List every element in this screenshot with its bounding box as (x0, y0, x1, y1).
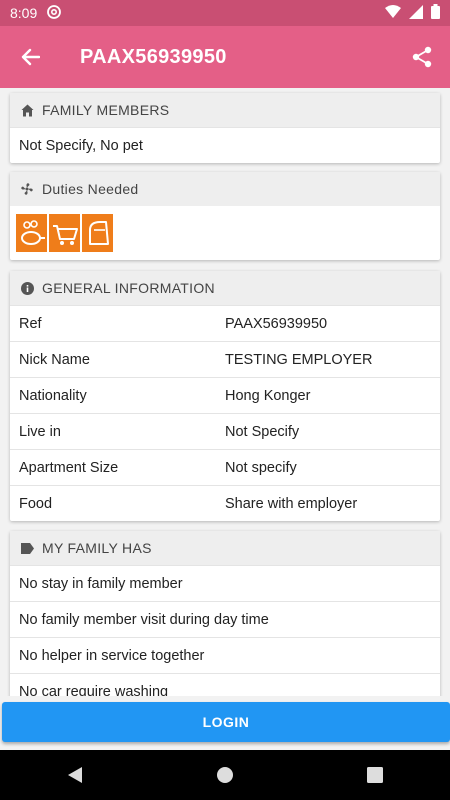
info-row-nick-name: Nick Name TESTING EMPLOYER (10, 341, 440, 377)
page-title: PAAX56939950 (80, 45, 227, 68)
duties-icons (10, 206, 440, 260)
family-members-card: FAMILY MEMBERS Not Specify, No pet (10, 93, 440, 163)
card-header: FAMILY MEMBERS (10, 93, 440, 127)
circle-home-icon (217, 767, 233, 783)
status-bar: 8:09 (0, 0, 450, 26)
info-value: TESTING EMPLOYER (225, 351, 373, 368)
list-item: No car require washing (10, 673, 440, 696)
info-value: Not specify (225, 459, 297, 476)
tag-icon (20, 541, 34, 555)
list-item: No helper in service together (10, 637, 440, 673)
family-has-item: No helper in service together (19, 647, 205, 664)
wifi-icon (385, 4, 401, 22)
cooking-icon (16, 214, 47, 252)
info-label: Food (19, 495, 53, 512)
shopping-cart-icon (49, 214, 80, 252)
info-value: Hong Konger (225, 387, 311, 404)
list-item: No family member visit during day time (10, 601, 440, 637)
family-has-item: No stay in family member (19, 575, 183, 592)
scroll-content[interactable]: FAMILY MEMBERS Not Specify, No pet Dutie… (0, 88, 450, 696)
info-row-ref: Ref PAAX56939950 (10, 305, 440, 341)
info-label: Apartment Size (19, 459, 119, 476)
triangle-back-icon (68, 767, 82, 783)
nav-back-button[interactable] (45, 750, 105, 800)
share-button[interactable] (408, 43, 436, 71)
list-item: No stay in family member (10, 565, 440, 601)
info-label: Ref (19, 315, 42, 332)
card-header: GENERAL INFORMATION (10, 271, 440, 305)
info-icon (20, 281, 34, 295)
status-time: 8:09 (10, 5, 38, 21)
info-value: PAAX56939950 (225, 315, 328, 332)
nav-home-button[interactable] (195, 750, 255, 800)
info-label: Live in (19, 423, 61, 440)
card-header: MY FAMILY HAS (10, 531, 440, 565)
info-row-apartment-size: Apartment Size Not specify (10, 449, 440, 485)
info-row-food: Food Share with employer (10, 485, 440, 521)
duties-card: Duties Needed (10, 172, 440, 260)
my-family-has-card: MY FAMILY HAS No stay in family member N… (10, 531, 440, 696)
nav-recents-button[interactable] (345, 750, 405, 800)
duties-title: Duties Needed (42, 181, 139, 197)
info-row-live-in: Live in Not Specify (10, 413, 440, 449)
info-row-nationality: Nationality Hong Konger (10, 377, 440, 413)
home-icon (20, 103, 34, 117)
app-bar: PAAX56939950 (0, 26, 450, 88)
back-button[interactable] (0, 26, 60, 88)
info-label: Nationality (19, 387, 87, 404)
family-members-value-row: Not Specify, No pet (10, 127, 440, 163)
arrow-left-icon (21, 48, 40, 66)
square-recents-icon (367, 767, 383, 783)
at-sign-icon (47, 4, 62, 22)
battery-icon (431, 4, 440, 22)
signal-icon (409, 4, 423, 22)
family-has-item: No family member visit during day time (19, 611, 269, 628)
family-members-value: Not Specify, No pet (19, 137, 143, 154)
fan-icon (20, 182, 34, 196)
info-label: Nick Name (19, 351, 90, 368)
share-icon (412, 46, 432, 68)
family-has-item: No car require washing (19, 683, 169, 697)
family-members-title: FAMILY MEMBERS (42, 102, 170, 118)
general-information-title: GENERAL INFORMATION (42, 280, 215, 296)
my-family-has-title: MY FAMILY HAS (42, 540, 152, 556)
card-header: Duties Needed (10, 172, 440, 206)
ironing-icon (82, 214, 113, 252)
info-value: Share with employer (225, 495, 358, 512)
general-information-card: GENERAL INFORMATION Ref PAAX56939950 Nic… (10, 271, 440, 521)
system-nav-bar (0, 750, 450, 800)
login-button[interactable]: LOGIN (2, 702, 450, 742)
info-value: Not Specify (225, 423, 300, 440)
